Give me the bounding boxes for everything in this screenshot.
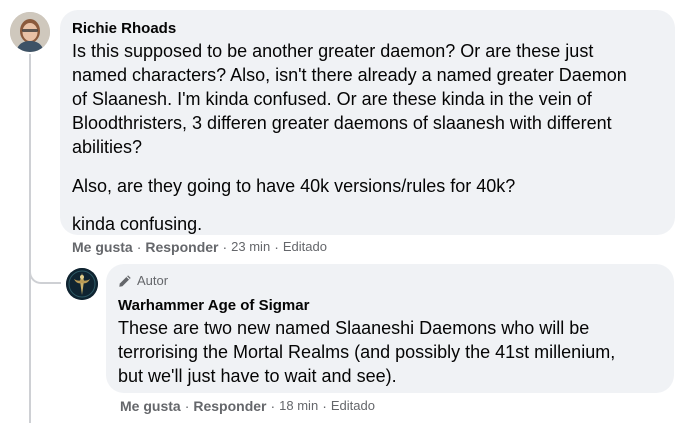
dot-separator: · (184, 398, 190, 414)
reply-bubble: Autor Warhammer Age of Sigmar These are … (106, 264, 674, 393)
timestamp-link[interactable]: 23 min (231, 239, 270, 255)
page-avatar-logo-icon (66, 268, 98, 300)
reply-button[interactable]: Responder (145, 239, 218, 255)
edited-label[interactable]: Editado (283, 239, 327, 255)
comment-line: abilities? (72, 137, 143, 157)
user-avatar-photo-icon (10, 12, 50, 52)
dot-separator: · (322, 398, 327, 414)
comment-line: named characters? Also, isn't there alre… (72, 65, 627, 85)
dot-separator: · (274, 239, 279, 255)
author-badge: Autor (118, 272, 662, 290)
comment-line: Also, are they going to have 40k version… (72, 176, 516, 196)
page-avatar[interactable] (66, 268, 98, 300)
comment-line: but we'll just have to wait and see). (118, 366, 397, 386)
reply-button[interactable]: Responder (193, 398, 266, 414)
edited-label[interactable]: Editado (331, 398, 375, 414)
comment-line: kinda confusing. (72, 214, 203, 234)
author-badge-label: Autor (137, 273, 169, 288)
user-avatar[interactable] (10, 12, 50, 52)
comment-line: of Slaanesh. I'm kinda confused. Or are … (72, 89, 592, 109)
dot-separator: · (222, 239, 228, 255)
thread-line (29, 54, 31, 423)
timestamp-link[interactable]: 18 min (279, 398, 318, 414)
comment-bubble: Richie Rhoads Is this supposed to be ano… (60, 10, 675, 235)
comment-line: Bloodthristers, 3 differen greater daemo… (72, 113, 612, 133)
comment-actions: Me gusta · Responder · 18 min · Editado (120, 398, 375, 414)
comment-line: terrorising the Mortal Realms (and possi… (118, 342, 616, 362)
like-button[interactable]: Me gusta (72, 239, 133, 255)
dot-separator: · (270, 398, 276, 414)
comment-body: Is this supposed to be another greater d… (72, 39, 663, 236)
comment-body: These are two new named Slaaneshi Daemon… (118, 316, 662, 388)
comment-line: Is this supposed to be another greater d… (72, 41, 594, 61)
like-button[interactable]: Me gusta (120, 398, 181, 414)
dot-separator: · (136, 239, 142, 255)
comment-actions: Me gusta · Responder · 23 min · Editado (72, 239, 327, 255)
comment-author-name[interactable]: Warhammer Age of Sigmar (118, 296, 662, 316)
comment-author-name[interactable]: Richie Rhoads (72, 19, 663, 39)
comment-line: These are two new named Slaaneshi Daemon… (118, 318, 590, 338)
pencil-icon (119, 275, 131, 287)
reply-connector (29, 262, 61, 284)
